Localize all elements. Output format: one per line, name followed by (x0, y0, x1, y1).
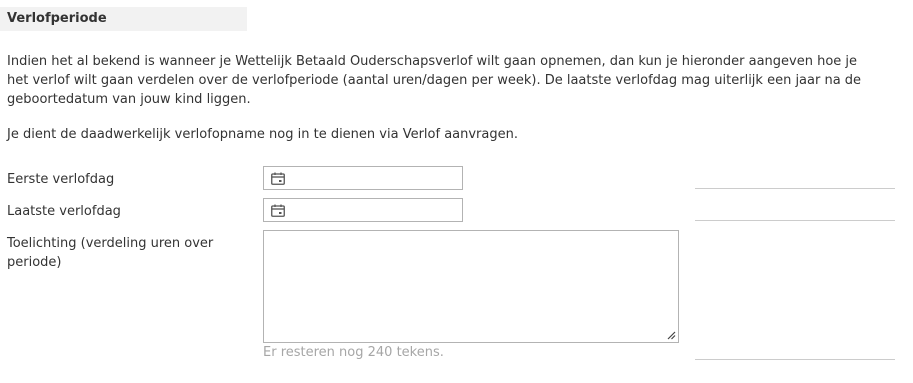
explanation-label: Toelichting (verdeling uren over periode… (7, 236, 214, 270)
last-day-field[interactable] (263, 198, 463, 222)
last-day-input[interactable] (290, 199, 460, 221)
last-day-label: Laatste verlofdag (7, 204, 121, 219)
calendar-icon[interactable] (271, 172, 285, 185)
intro-paragraph-2: Je dient de daadwerkelijk verlofopname n… (7, 127, 518, 142)
remaining-characters-counter: Er resteren nog 240 tekens. (263, 345, 444, 360)
explanation-underline (695, 359, 895, 360)
resize-handle-icon[interactable] (666, 330, 676, 340)
intro-text: Indien het al bekend is wanneer je Wette… (7, 52, 867, 144)
verlofperiode-form: Verlofperiode Indien het al bekend is wa… (0, 0, 913, 383)
first-day-field[interactable] (263, 166, 463, 190)
intro-paragraph-1: Indien het al bekend is wanneer je Wette… (7, 54, 862, 107)
section-title: Verlofperiode (0, 7, 247, 31)
last-day-underline (695, 220, 895, 221)
first-day-underline (695, 188, 895, 189)
calendar-icon[interactable] (271, 204, 285, 217)
first-day-input[interactable] (290, 167, 460, 189)
first-day-label: Eerste verlofdag (7, 172, 115, 187)
explanation-field[interactable] (263, 230, 679, 343)
explanation-textarea[interactable] (264, 231, 678, 342)
